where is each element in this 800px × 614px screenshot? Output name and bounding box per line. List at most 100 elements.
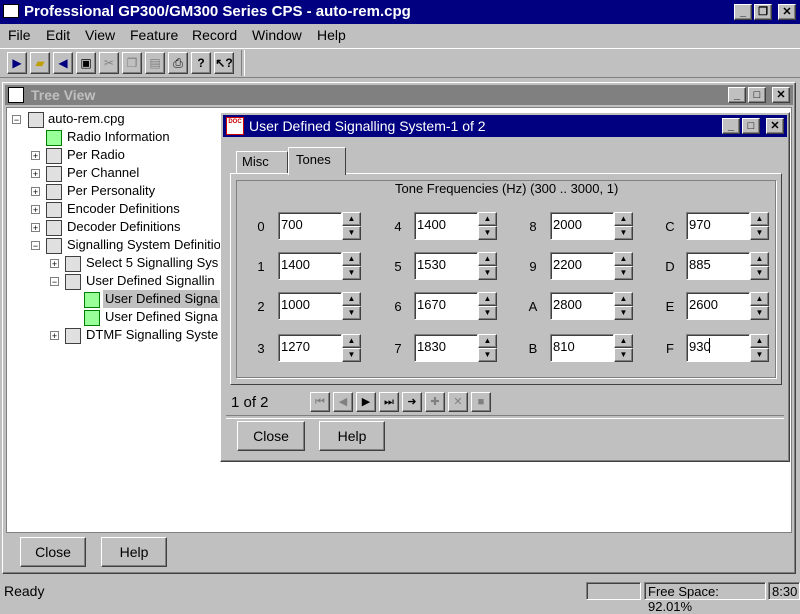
tree-item-per-radio[interactable]: Per Radio <box>67 146 125 164</box>
spin-down-2[interactable]: ▼ <box>342 306 361 320</box>
tone-field-b[interactable]: 810 <box>550 334 614 362</box>
dialog-maximize-button[interactable]: □ <box>742 118 760 134</box>
spin-up-8[interactable]: ▲ <box>614 212 633 226</box>
read-radio-icon[interactable]: ◀ <box>53 52 73 74</box>
tree-item-user-defined-1[interactable]: User Defined Signa <box>103 290 220 308</box>
tab-tones[interactable]: Tones <box>288 147 346 175</box>
tree-close-button[interactable]: ✕ <box>772 87 790 103</box>
menu-feature[interactable]: Feature <box>130 27 178 43</box>
tree-expander[interactable]: + <box>31 205 40 215</box>
tone-field-8[interactable]: 2000 <box>550 212 614 240</box>
dialog-close-button[interactable]: ✕ <box>766 118 784 134</box>
tab-misc[interactable]: Misc <box>236 151 288 173</box>
tree-item-per-personality[interactable]: Per Personality <box>67 182 155 200</box>
menu-help[interactable]: Help <box>317 27 346 43</box>
spin-up-0[interactable]: ▲ <box>342 212 361 226</box>
spin-down-4[interactable]: ▼ <box>478 226 497 240</box>
tree-expander[interactable]: + <box>50 259 59 269</box>
delete-record-icon[interactable]: ✕ <box>448 392 468 412</box>
spin-down-b[interactable]: ▼ <box>614 348 633 362</box>
spin-up-b[interactable]: ▲ <box>614 334 633 348</box>
tone-field-e[interactable]: 2600 <box>686 292 750 320</box>
tree-item-select5[interactable]: Select 5 Signalling Sys <box>86 254 218 272</box>
tree-item-signalling-system-definitions[interactable]: Signalling System Definitio <box>67 236 221 254</box>
spin-down-e[interactable]: ▼ <box>750 306 769 320</box>
tree-minimize-button[interactable]: _ <box>728 87 746 103</box>
tree-item-decoder-definitions[interactable]: Decoder Definitions <box>67 218 180 236</box>
spin-up-a[interactable]: ▲ <box>614 292 633 306</box>
close-button[interactable]: ✕ <box>778 4 796 20</box>
dialog-close-btn[interactable]: Close <box>237 421 305 451</box>
tree-item-user-defined-signalling[interactable]: User Defined Signallin <box>86 272 215 290</box>
tree-expander[interactable]: − <box>50 277 59 287</box>
menu-view[interactable]: View <box>85 27 115 43</box>
spin-up-f[interactable]: ▲ <box>750 334 769 348</box>
spin-up-5[interactable]: ▲ <box>478 252 497 266</box>
spin-up-4[interactable]: ▲ <box>478 212 497 226</box>
tree-expander[interactable]: − <box>12 115 21 125</box>
tone-field-f[interactable]: 930 <box>686 334 750 362</box>
tree-help-btn[interactable]: Help <box>101 537 167 567</box>
spin-down-1[interactable]: ▼ <box>342 266 361 280</box>
spin-down-9[interactable]: ▼ <box>614 266 633 280</box>
spin-down-0[interactable]: ▼ <box>342 226 361 240</box>
tone-field-9[interactable]: 2200 <box>550 252 614 280</box>
help-icon[interactable]: ? <box>191 52 211 74</box>
spin-down-7[interactable]: ▼ <box>478 348 497 362</box>
dialog-help-btn[interactable]: Help <box>319 421 385 451</box>
tree-expander[interactable]: + <box>31 223 40 233</box>
tone-field-d[interactable]: 885 <box>686 252 750 280</box>
new-radio-icon[interactable]: ▶ <box>7 52 27 74</box>
open-icon[interactable]: ▰ <box>30 52 50 74</box>
tree-item-radio-info[interactable]: Radio Information <box>67 128 170 146</box>
spin-up-6[interactable]: ▲ <box>478 292 497 306</box>
save-icon[interactable]: ▣ <box>76 52 96 74</box>
spin-up-1[interactable]: ▲ <box>342 252 361 266</box>
tone-field-c[interactable]: 970 <box>686 212 750 240</box>
menu-window[interactable]: Window <box>252 27 302 43</box>
dialog-minimize-button[interactable]: _ <box>722 118 740 134</box>
tree-expander[interactable]: + <box>31 169 40 179</box>
last-record-icon[interactable]: ⏭ <box>379 392 399 412</box>
spin-up-3[interactable]: ▲ <box>342 334 361 348</box>
spin-down-5[interactable]: ▼ <box>478 266 497 280</box>
spin-up-c[interactable]: ▲ <box>750 212 769 226</box>
tone-field-4[interactable]: 1400 <box>414 212 478 240</box>
tree-item-per-channel[interactable]: Per Channel <box>67 164 139 182</box>
tone-field-0[interactable]: 700 <box>278 212 342 240</box>
tone-field-6[interactable]: 1670 <box>414 292 478 320</box>
tree-expander[interactable]: + <box>31 151 40 161</box>
spin-down-c[interactable]: ▼ <box>750 226 769 240</box>
add-record-icon[interactable]: ✚ <box>425 392 445 412</box>
first-record-icon[interactable]: ⏮ <box>310 392 330 412</box>
tree-expander[interactable]: + <box>50 331 59 341</box>
tone-field-1[interactable]: 1400 <box>278 252 342 280</box>
spin-up-7[interactable]: ▲ <box>478 334 497 348</box>
app-title-bar[interactable]: Professional GP300/GM300 Series CPS - au… <box>0 0 800 24</box>
prev-record-icon[interactable]: ◀ <box>333 392 353 412</box>
menu-record[interactable]: Record <box>192 27 237 43</box>
menu-edit[interactable]: Edit <box>46 27 70 43</box>
next-record-icon[interactable]: ▶ <box>356 392 376 412</box>
spin-up-9[interactable]: ▲ <box>614 252 633 266</box>
tone-field-7[interactable]: 1830 <box>414 334 478 362</box>
stop-icon[interactable]: ■ <box>471 392 491 412</box>
spin-down-8[interactable]: ▼ <box>614 226 633 240</box>
tone-field-3[interactable]: 1270 <box>278 334 342 362</box>
copy-icon[interactable]: ❐ <box>122 52 142 74</box>
tree-expander[interactable]: − <box>31 241 40 251</box>
spin-down-f[interactable]: ▼ <box>750 348 769 362</box>
tree-close-btn[interactable]: Close <box>20 537 86 567</box>
tree-item-encoder-definitions[interactable]: Encoder Definitions <box>67 200 180 218</box>
spin-down-3[interactable]: ▼ <box>342 348 361 362</box>
spin-up-d[interactable]: ▲ <box>750 252 769 266</box>
spin-up-2[interactable]: ▲ <box>342 292 361 306</box>
tree-expander[interactable]: + <box>31 187 40 197</box>
print-icon[interactable]: ⎙ <box>168 52 188 74</box>
tree-item-dtmf[interactable]: DTMF Signalling Syste <box>86 326 218 344</box>
spin-up-e[interactable]: ▲ <box>750 292 769 306</box>
spin-down-a[interactable]: ▼ <box>614 306 633 320</box>
tone-field-5[interactable]: 1530 <box>414 252 478 280</box>
dialog-title-bar[interactable]: DOC User Defined Signalling System-1 of … <box>223 115 787 137</box>
spin-down-d[interactable]: ▼ <box>750 266 769 280</box>
